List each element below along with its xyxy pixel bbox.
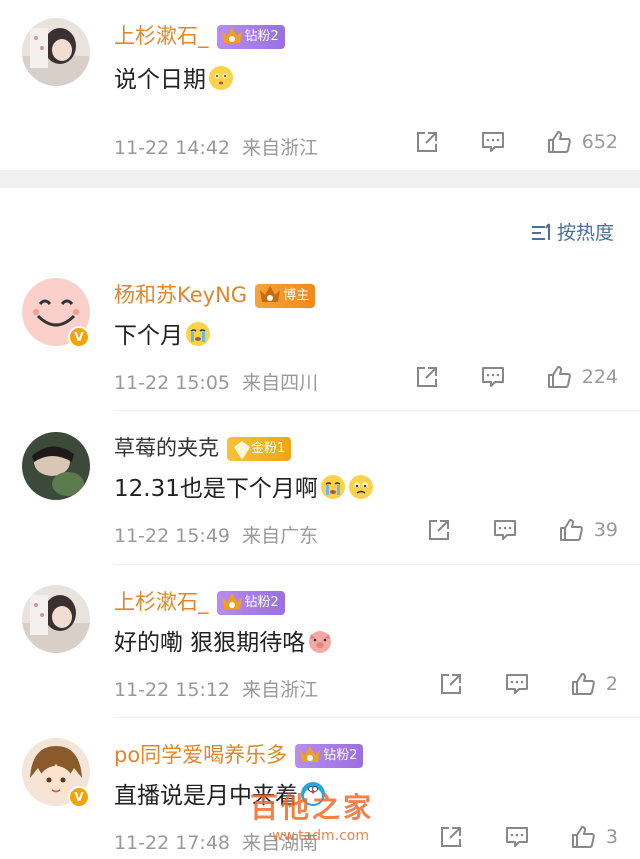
like-icon[interactable] bbox=[558, 517, 584, 543]
comment-icon[interactable] bbox=[504, 671, 530, 697]
comment-meta: 11-22 15:49 来自广东 bbox=[114, 525, 319, 547]
comment-icon[interactable] bbox=[504, 824, 530, 850]
watermark: 百他之家 bbox=[250, 791, 375, 824]
like-icon[interactable] bbox=[570, 824, 596, 850]
username[interactable]: 上杉漱石_ 钻粉2 bbox=[114, 586, 285, 616]
comment-meta: 11-22 15:12 来自浙江 bbox=[114, 679, 319, 701]
comment-icon[interactable] bbox=[480, 129, 506, 155]
crown-icon bbox=[300, 746, 321, 762]
sort-icon bbox=[531, 223, 550, 240]
share-icon[interactable] bbox=[438, 824, 464, 850]
pig-icon bbox=[309, 631, 332, 653]
like-count: 224 bbox=[581, 366, 618, 388]
watermark-url: ww.tadm.com bbox=[272, 828, 370, 844]
section-divider bbox=[0, 170, 640, 188]
divider bbox=[114, 410, 640, 411]
like-count: 3 bbox=[605, 826, 618, 848]
fan-badge: 钻粉2 bbox=[295, 744, 364, 768]
divider bbox=[114, 717, 640, 718]
avatar[interactable] bbox=[22, 432, 90, 500]
comment-text: 说个日期 bbox=[114, 60, 234, 94]
crown-icon bbox=[260, 286, 281, 302]
fan-badge: 钻粉2 bbox=[216, 25, 285, 49]
share-icon[interactable] bbox=[414, 364, 440, 390]
comment-meta: 11-22 15:05 来自四川 bbox=[114, 372, 319, 394]
like-icon[interactable] bbox=[570, 671, 596, 697]
verified-badge: V bbox=[68, 326, 90, 348]
comment-text: 12.31也是下个月啊 bbox=[114, 469, 374, 503]
username[interactable]: po同学爱喝养乐多 钻粉2 bbox=[114, 739, 364, 769]
blogger-badge: 博主 bbox=[255, 284, 316, 308]
comment-actions: 224 bbox=[374, 364, 618, 390]
share-icon[interactable] bbox=[414, 129, 440, 155]
comment-meta: 11-22 14:42 来自浙江 bbox=[114, 137, 319, 159]
comment-icon[interactable] bbox=[480, 364, 506, 390]
crying-icon bbox=[186, 322, 210, 346]
sad-face-icon bbox=[348, 475, 373, 499]
username[interactable]: 杨和苏KeyNG 博主 bbox=[114, 279, 316, 309]
fan-badge: 钻粉2 bbox=[216, 591, 285, 615]
face-icon bbox=[209, 66, 233, 90]
crown-icon bbox=[221, 27, 242, 43]
gem-icon bbox=[234, 441, 250, 460]
share-icon[interactable] bbox=[438, 671, 464, 697]
like-icon[interactable] bbox=[546, 129, 572, 155]
comment-text: 下个月 bbox=[114, 316, 211, 350]
avatar[interactable] bbox=[22, 18, 90, 86]
comment-actions: 652 bbox=[374, 129, 618, 155]
crying-icon bbox=[320, 475, 345, 499]
like-count: 652 bbox=[581, 131, 618, 153]
username[interactable]: 草莓的夹克 金粉1 bbox=[114, 432, 292, 462]
comment-actions: 2 bbox=[398, 671, 618, 697]
sort-toggle[interactable]: 按热度 bbox=[531, 218, 614, 245]
divider bbox=[114, 564, 640, 565]
like-icon[interactable] bbox=[546, 364, 572, 390]
username[interactable]: 上杉漱石_ 钻粉2 bbox=[114, 20, 285, 50]
verified-badge: V bbox=[68, 786, 90, 808]
fan-badge: 金粉1 bbox=[227, 437, 292, 461]
comment-text: 好的嘞 狠狠期待咯 bbox=[114, 623, 333, 657]
like-count: 2 bbox=[605, 673, 618, 695]
comment-icon[interactable] bbox=[492, 517, 518, 543]
comment-actions: 3 bbox=[398, 824, 618, 850]
share-icon[interactable] bbox=[426, 517, 452, 543]
crown-icon bbox=[221, 593, 242, 609]
like-count: 39 bbox=[593, 519, 618, 541]
comment-actions: 39 bbox=[386, 517, 618, 543]
avatar[interactable] bbox=[22, 585, 90, 653]
